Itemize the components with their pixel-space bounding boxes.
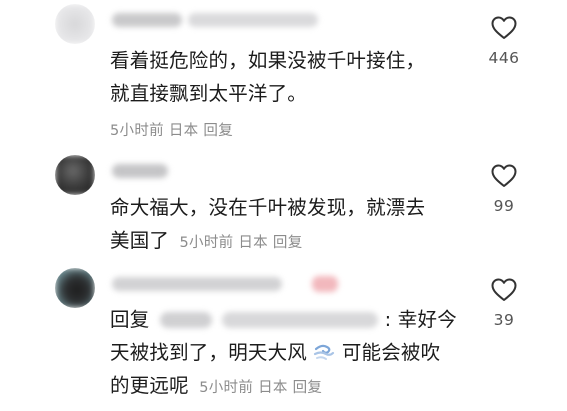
mentioned-user-blurred[interactable] (222, 312, 379, 328)
comment-time: 5小时前 (179, 235, 234, 251)
comment-text-line-with-meta: 美国了 5小时前 日本 回复 (110, 229, 303, 252)
comment-text-line: 看着挺危险的，如果没被千叶接住， (110, 49, 426, 72)
like-button[interactable]: 39 (474, 278, 534, 329)
like-count: 39 (493, 311, 515, 329)
reply-prefix: 回复 (110, 308, 150, 331)
comment-list: { "comments": [ { "text_line1": "看着挺危险的，… (0, 0, 567, 411)
reply-button[interactable]: 回复 (273, 235, 303, 251)
heart-icon (491, 164, 517, 187)
comment-text: 命大福大，没在千叶被发现，就漂去 美国了 5小时前 日本 回复 (110, 191, 460, 260)
heart-icon (491, 16, 517, 39)
like-button[interactable]: 446 (474, 16, 534, 67)
avatar[interactable] (55, 4, 95, 44)
dashing-away-icon (313, 340, 335, 362)
like-count: 446 (488, 49, 520, 67)
comment-text-line: 回复 : 幸好今 (110, 308, 457, 331)
mentioned-user-blurred[interactable] (159, 312, 212, 328)
comment-text: 回复 : 幸好今 天被找到了，明天大风 可能会被吹 的更远呢 5小时前 日本 回… (110, 303, 460, 405)
comment-meta: 5小时前 日本 回复 (110, 119, 233, 140)
comment-text: 看着挺危险的，如果没被千叶接住， 就直接飘到太平洋了。 (110, 44, 460, 110)
avatar[interactable] (55, 155, 95, 195)
reply-button[interactable]: 回复 (203, 123, 233, 139)
username-blurred[interactable] (112, 13, 182, 27)
comment-text-line: 就直接飘到太平洋了。 (110, 82, 308, 105)
comment-text-line: 命大福大，没在千叶被发现，就漂去 (110, 196, 426, 219)
username-blurred[interactable] (112, 164, 168, 178)
avatar[interactable] (55, 268, 95, 308)
comment-location: 日本 (238, 235, 268, 251)
heart-icon (491, 278, 517, 301)
username-blurred[interactable] (112, 277, 282, 291)
username-blurred-secondary (188, 13, 318, 27)
comment-location: 日本 (258, 380, 288, 396)
reply-button[interactable]: 回复 (293, 380, 323, 396)
like-button[interactable]: 99 (474, 164, 534, 215)
like-count: 99 (493, 197, 515, 215)
comment-text-line-with-meta: 的更远呢 5小时前 日本 回复 (110, 374, 323, 397)
comment-time: 5小时前 (199, 380, 254, 396)
badge-blurred (312, 276, 338, 292)
comment-meta: 5小时前 日本 回复 (199, 380, 322, 396)
comment-location: 日本 (168, 123, 199, 139)
comment-meta: 5小时前 日本 回复 (180, 235, 303, 251)
comment-time: 5小时前 (110, 123, 164, 139)
comment-text-line: 天被找到了，明天大风 可能会被吹 (110, 340, 441, 364)
